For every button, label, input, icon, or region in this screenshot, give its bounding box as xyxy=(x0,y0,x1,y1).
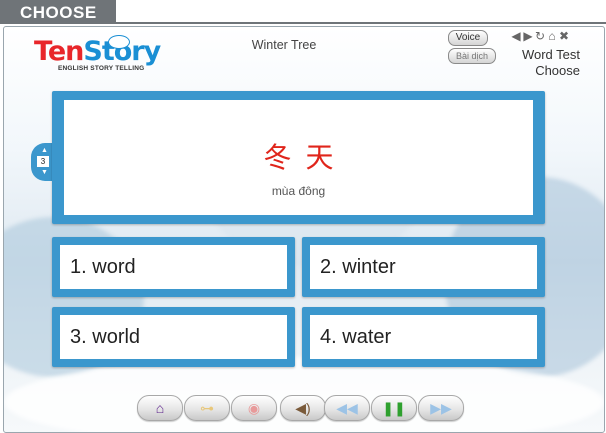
stage: TenStory ENGLISH STORY TELLING Winter Tr… xyxy=(3,26,605,433)
voice-button[interactable]: Voice xyxy=(448,30,488,46)
answer-panel: 2. winter xyxy=(310,245,537,289)
question-pronunciation: mùa đông xyxy=(271,184,326,198)
home-button[interactable]: ⌂ xyxy=(137,395,183,421)
question-panel: 冬天 mùa đông xyxy=(64,100,533,215)
answer-text: word xyxy=(92,256,136,278)
close-icon[interactable]: ✖ xyxy=(558,29,570,43)
pause-button[interactable]: ❚❚ xyxy=(371,395,417,421)
speaker-icon: ◀) xyxy=(295,400,311,416)
answer-text: winter xyxy=(342,256,396,278)
key-button[interactable]: ⊶ xyxy=(184,395,230,421)
logo-subtitle: ENGLISH STORY TELLING xyxy=(58,65,145,72)
answer-option-2[interactable]: 2. winter xyxy=(302,237,545,297)
playback-toolbar: ⌂ ⊶ ◉ ◀) ◀◀ ❚❚ ▶▶ xyxy=(4,395,604,425)
home-icon: ⌂ xyxy=(155,400,165,416)
answer-panel: 3. world xyxy=(60,315,287,359)
next-icon[interactable]: ▶ xyxy=(522,29,534,43)
question-number: 3 xyxy=(37,156,49,167)
mode-line-2: Choose xyxy=(535,63,580,78)
app-frame: CHOOSE TenStory ENGLISH STORY TELLING Wi… xyxy=(0,0,606,433)
answer-option-4[interactable]: 4. water xyxy=(302,307,545,367)
counter-up-icon[interactable]: ▲ xyxy=(41,147,48,154)
rewind-button[interactable]: ◀◀ xyxy=(324,395,370,421)
answer-number: 2. xyxy=(320,256,337,278)
rewind-icon: ◀◀ xyxy=(336,400,358,416)
header-rule xyxy=(116,22,606,24)
home-icon[interactable]: ⌂ xyxy=(546,29,558,43)
answer-panel: 1. word xyxy=(60,245,287,289)
answer-number: 1. xyxy=(70,256,87,278)
counter-down-icon[interactable]: ▼ xyxy=(41,169,48,176)
previous-icon[interactable]: ◀ xyxy=(510,29,522,43)
question-card: 冬天 mùa đông xyxy=(52,91,545,224)
logo-wordmark: TenStory xyxy=(34,37,164,67)
question-word: 冬天 xyxy=(263,141,348,174)
record-icon: ◉ xyxy=(247,400,261,416)
record-button[interactable]: ◉ xyxy=(231,395,277,421)
replay-icon[interactable]: ↻ xyxy=(534,29,546,43)
pause-icon: ❚❚ xyxy=(382,400,406,416)
key-icon: ⊶ xyxy=(200,400,214,416)
answer-number: 3. xyxy=(70,326,87,348)
mode-label: Word Test Choose xyxy=(484,47,580,79)
answer-text: water xyxy=(342,326,392,348)
speech-bubble-icon xyxy=(108,35,130,49)
fast-forward-icon: ▶▶ xyxy=(430,400,452,416)
mini-controls: ◀ ▶ ↻ ⌂ ✖ xyxy=(510,29,570,43)
fast-forward-button[interactable]: ▶▶ xyxy=(418,395,464,421)
logo-ten: Ten xyxy=(34,36,84,67)
answer-option-3[interactable]: 3. world xyxy=(52,307,295,367)
tenstory-logo: TenStory ENGLISH STORY TELLING xyxy=(34,35,164,77)
mode-tag: CHOOSE xyxy=(0,0,116,24)
answer-panel: 4. water xyxy=(310,315,537,359)
answer-text: world xyxy=(92,326,141,348)
mode-line-1: Word Test xyxy=(521,47,580,62)
story-title: Winter Tree xyxy=(251,38,317,52)
volume-button[interactable]: ◀) xyxy=(280,395,326,421)
answer-number: 4. xyxy=(320,326,337,348)
answer-option-1[interactable]: 1. word xyxy=(52,237,295,297)
